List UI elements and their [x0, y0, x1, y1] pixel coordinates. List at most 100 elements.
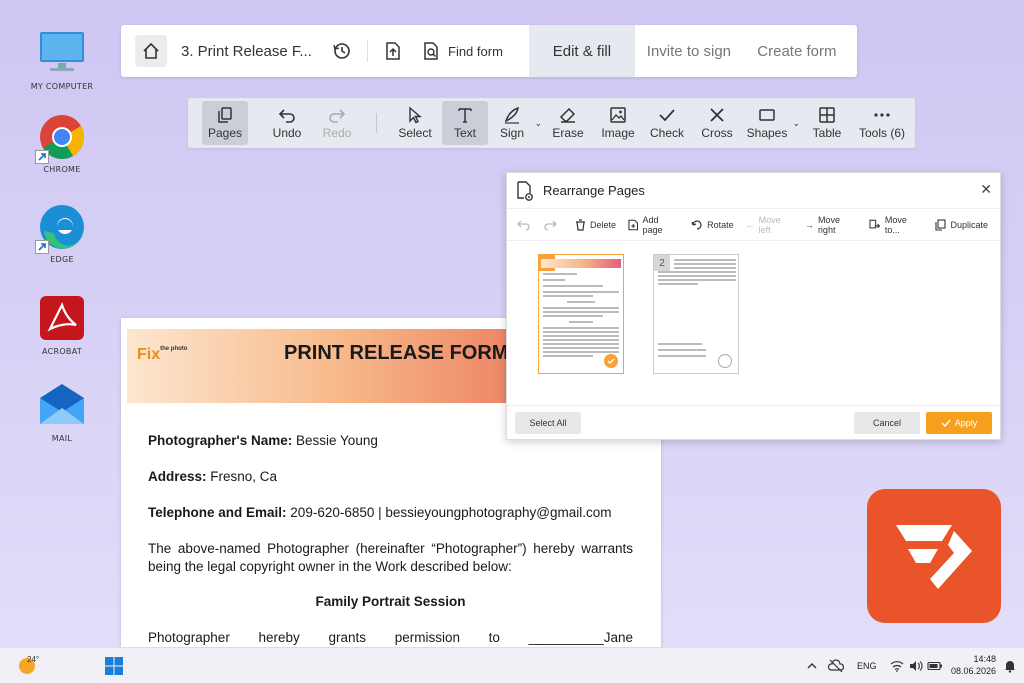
notification-bell-icon[interactable]: [1004, 648, 1016, 683]
tool-label: Select: [398, 126, 432, 140]
arrow-right-icon: →: [804, 219, 814, 230]
tool-pages[interactable]: Pages: [202, 101, 248, 145]
system-clock[interactable]: 14:48 08.06.2026: [946, 653, 996, 677]
tool-image[interactable]: Image: [596, 101, 640, 145]
find-form-label: Find form: [448, 43, 503, 59]
document-title[interactable]: 3. Print Release F...: [181, 43, 321, 60]
tool-more-tools[interactable]: Tools (6): [854, 101, 910, 145]
history-button[interactable]: [331, 40, 353, 62]
action-label: Delete: [590, 219, 617, 230]
chevron-down-icon[interactable]: ⌄: [534, 118, 542, 129]
tab-invite-to-sign[interactable]: Invite to sign: [635, 25, 743, 77]
logo-small-text: the photo: [160, 346, 188, 352]
chevron-down-icon[interactable]: ⌄: [792, 118, 800, 129]
arrow-left-icon: ←: [745, 219, 755, 230]
tool-label: Cross: [701, 126, 733, 140]
onedrive-offline-icon[interactable]: [828, 648, 844, 683]
page-thumbnail-1[interactable]: 1: [538, 254, 624, 374]
acrobat-icon: [38, 295, 86, 343]
export-file-icon: [386, 42, 400, 60]
add-page-button[interactable]: Add page: [628, 215, 679, 235]
address-line[interactable]: Address: Fresno, Ca: [148, 468, 633, 486]
divider: [367, 40, 368, 62]
windows-start-button[interactable]: [105, 657, 123, 679]
tool-redo[interactable]: Redo: [316, 101, 358, 145]
field-label: Telephone and Email:: [148, 505, 287, 520]
apply-button[interactable]: Apply: [926, 412, 992, 434]
desktop-icon-acrobat[interactable]: ACROBAT: [22, 295, 102, 356]
telephone-email-line[interactable]: Telephone and Email: 209-620-6850 | bess…: [148, 504, 633, 522]
find-form-button[interactable]: Find form: [422, 41, 503, 61]
undo-icon: [278, 109, 295, 123]
pen-nib-icon: [504, 106, 519, 124]
language-indicator[interactable]: ENG: [857, 648, 877, 683]
tool-label: Check: [649, 126, 684, 140]
page-thumbnail-2[interactable]: 2: [653, 254, 739, 374]
undo-icon: [517, 220, 530, 231]
chrome-icon: [35, 113, 86, 164]
monitor-icon: [38, 30, 86, 78]
desktop-icon-edge[interactable]: EDGE: [22, 203, 102, 264]
session-title[interactable]: Family Portrait Session: [148, 593, 633, 611]
move-right-button[interactable]: → Move right: [805, 215, 858, 235]
find-document-icon: [424, 42, 438, 60]
tool-label: Table: [812, 126, 842, 140]
field-value: Fresno, Ca: [210, 469, 278, 484]
tool-cross[interactable]: Cross: [696, 101, 738, 145]
cross-icon: [710, 108, 724, 122]
dialog-title: Rearrange Pages: [543, 183, 645, 198]
desktop-icon-my-computer[interactable]: MY COMPUTER: [22, 30, 102, 91]
close-icon[interactable]: ✕: [980, 182, 992, 198]
clock-date: 08.06.2026: [950, 666, 996, 676]
tool-select[interactable]: Select: [394, 101, 436, 145]
selected-check-icon[interactable]: [604, 354, 618, 368]
taskbar: 24° ENG 14:48 08.06.2026: [0, 647, 1024, 683]
volume-icon[interactable]: [909, 648, 923, 683]
field-label: Photographer's Name:: [148, 433, 293, 448]
home-button[interactable]: [135, 35, 167, 67]
action-label: Move to...: [884, 214, 907, 235]
move-to-button[interactable]: Move to...: [869, 215, 922, 235]
tool-table[interactable]: Table: [806, 101, 848, 145]
desktop-icon-label: EDGE: [50, 255, 74, 264]
shortcut-arrow-icon: [35, 150, 49, 164]
dialog-header: Rearrange Pages: [507, 173, 1000, 209]
text-t-icon: [458, 108, 472, 123]
desktop-icon-mail[interactable]: MAIL: [22, 382, 102, 443]
tool-shapes[interactable]: Shapes ⌄: [744, 101, 800, 145]
tool-sign[interactable]: Sign ⌄: [492, 101, 542, 145]
tool-check[interactable]: Check: [646, 101, 688, 145]
paragraph-warranty[interactable]: The above-named Photographer (hereinafte…: [148, 540, 633, 576]
move-left-button[interactable]: ← Move left: [746, 215, 793, 235]
export-button[interactable]: [382, 40, 404, 62]
tool-undo[interactable]: Undo: [266, 101, 308, 145]
desktop-icon-chrome[interactable]: CHROME: [22, 113, 102, 174]
delete-page-button[interactable]: Delete: [575, 218, 617, 231]
undo-button[interactable]: [517, 219, 531, 231]
select-all-button[interactable]: Select All: [515, 412, 581, 434]
tool-text[interactable]: Text: [442, 101, 488, 145]
shortcut-arrow-icon: [35, 240, 49, 254]
cancel-button[interactable]: Cancel: [854, 412, 920, 434]
tool-label: Text: [453, 126, 476, 140]
tab-create-form[interactable]: Create form: [743, 25, 851, 77]
tool-label: Erase: [552, 126, 584, 140]
unselected-radio-icon[interactable]: [718, 354, 732, 368]
home-icon: [143, 42, 159, 59]
pages-icon: [218, 107, 232, 123]
action-label: Add page: [642, 214, 663, 235]
tool-erase[interactable]: Erase: [546, 101, 590, 145]
rotate-page-button[interactable]: Rotate: [691, 219, 734, 231]
page-settings-icon: [517, 180, 533, 201]
tool-label: Shapes: [746, 126, 788, 140]
action-label: Move left: [758, 214, 781, 235]
edge-icon: [35, 203, 86, 254]
battery-icon[interactable]: [927, 648, 943, 683]
fixthephoto-logo: Fixthe photo: [137, 346, 187, 364]
tab-edit-fill[interactable]: Edit & fill: [528, 25, 635, 77]
redo-button[interactable]: [543, 219, 557, 231]
tray-chevron-up-icon[interactable]: [806, 648, 818, 683]
rearrange-actions: Delete Add page Rotate ← Move left → Move …: [507, 209, 1000, 241]
duplicate-button[interactable]: Duplicate: [934, 218, 988, 231]
wifi-icon[interactable]: [890, 648, 904, 683]
